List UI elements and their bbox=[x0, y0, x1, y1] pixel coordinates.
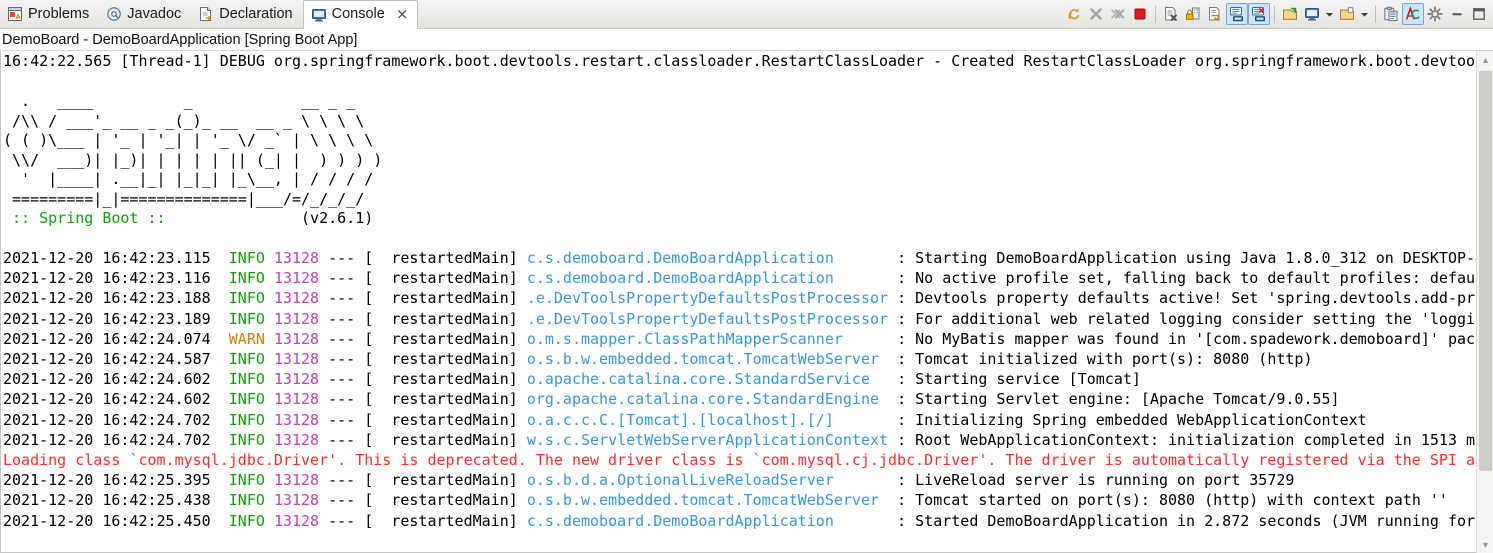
open-console-icon[interactable] bbox=[1336, 3, 1358, 25]
banner-line: ( ( )\___ | '_ | '_| | '_ \/ _` | \ \ \ … bbox=[3, 131, 374, 150]
pin-console-icon[interactable] bbox=[1279, 3, 1301, 25]
log-line: 2021-12-20 16:42:24.702 INFO 13128 --- [… bbox=[3, 430, 1476, 449]
problems-icon bbox=[7, 6, 23, 22]
banner-line: /\\ / ___'_ __ _ _(_)_ __ __ _ \ \ \ \ bbox=[3, 111, 365, 130]
log-line-error: Loading class `com.mysql.jdbc.Driver'. T… bbox=[3, 450, 1476, 469]
vertical-scrollbar[interactable]: ▲ ▼ bbox=[1476, 51, 1493, 553]
scroll-up-arrow[interactable]: ▲ bbox=[1477, 51, 1493, 68]
tab-javadoc[interactable]: Javadoc bbox=[99, 0, 191, 28]
tab-label: Console bbox=[331, 6, 385, 23]
toolbar-separator bbox=[1274, 5, 1275, 23]
banner-line: \\/ ___)| |_)| | | | | || (_| | ) ) ) ) bbox=[3, 150, 383, 169]
scrollbar-thumb[interactable] bbox=[1479, 71, 1492, 471]
show-console-on-output-icon[interactable] bbox=[1226, 3, 1248, 25]
maximize-icon[interactable] bbox=[1468, 3, 1490, 25]
log-line: 2021-12-20 16:42:25.395 INFO 13128 --- [… bbox=[3, 471, 1295, 490]
console-text: 16:42:22.565 [Thread-1] DEBUG org.spring… bbox=[1, 51, 1476, 531]
log-line: 2021-12-20 16:42:23.188 INFO 13128 --- [… bbox=[3, 289, 1476, 308]
log-line: 2021-12-20 16:42:24.602 INFO 13128 --- [… bbox=[3, 390, 1340, 409]
clear-console-icon[interactable] bbox=[1160, 3, 1182, 25]
stop-icon[interactable] bbox=[1129, 3, 1151, 25]
declaration-icon bbox=[198, 6, 214, 22]
rerun-icon[interactable] bbox=[1063, 3, 1085, 25]
launch-configuration-text: DemoBoard - DemoBoardApplication [Spring… bbox=[2, 31, 358, 48]
terminate-all-icon[interactable] bbox=[1107, 3, 1129, 25]
log-line: 2021-12-20 16:42:25.450 INFO 13128 --- [… bbox=[3, 511, 1476, 530]
view-tab-bar: Problems Javadoc Declaration Console × bbox=[0, 0, 1493, 29]
chevron-down-icon[interactable] bbox=[1358, 3, 1371, 25]
tab-label: Problems bbox=[28, 5, 90, 22]
log-line: 2021-12-20 16:42:25.438 INFO 13128 --- [… bbox=[3, 491, 1448, 510]
close-icon[interactable]: × bbox=[396, 7, 409, 22]
chevron-down-icon[interactable] bbox=[1323, 3, 1336, 25]
banner-line: . ____ _ __ _ _ bbox=[3, 92, 356, 111]
show-console-on-error-icon[interactable] bbox=[1248, 3, 1270, 25]
javadoc-icon bbox=[106, 6, 122, 22]
toolbar-separator bbox=[1155, 5, 1156, 23]
tab-problems[interactable]: Problems bbox=[0, 0, 99, 28]
toolbar-separator bbox=[1375, 5, 1376, 23]
banner-line: ' |____| .__|_| |_|_| |_\__, | / / / / bbox=[3, 170, 374, 189]
tab-label: Declaration bbox=[219, 5, 293, 22]
log-line: 2021-12-20 16:42:24.587 INFO 13128 --- [… bbox=[3, 350, 1313, 368]
log-line-debug: 16:42:22.565 [Thread-1] DEBUG org.spring… bbox=[3, 52, 1476, 70]
console-area: 16:42:22.565 [Thread-1] DEBUG org.spring… bbox=[0, 51, 1493, 553]
paste-icon[interactable] bbox=[1380, 3, 1402, 25]
log-line: 2021-12-20 16:42:23.115 INFO 13128 --- [… bbox=[3, 249, 1476, 268]
tab-console[interactable]: Console × bbox=[302, 0, 419, 29]
minimize-icon[interactable] bbox=[1446, 3, 1468, 25]
scroll-down-arrow[interactable]: ▼ bbox=[1477, 536, 1493, 553]
log-line: 2021-12-20 16:42:24.602 INFO 13128 --- [… bbox=[3, 370, 1141, 389]
tab-declaration[interactable]: Declaration bbox=[191, 0, 302, 28]
log-line: 2021-12-20 16:42:23.116 INFO 13128 --- [… bbox=[3, 269, 1476, 288]
console-toolbar bbox=[1063, 0, 1493, 28]
launch-configuration-label: DemoBoard - DemoBoardApplication [Spring… bbox=[0, 29, 1493, 51]
log-line: 2021-12-20 16:42:24.702 INFO 13128 --- [… bbox=[3, 410, 1367, 429]
console-output[interactable]: 16:42:22.565 [Thread-1] DEBUG org.spring… bbox=[0, 51, 1476, 553]
tab-label: Javadoc bbox=[127, 5, 182, 22]
terminate-icon[interactable] bbox=[1085, 3, 1107, 25]
console-icon bbox=[311, 7, 327, 23]
view-menu-icon[interactable] bbox=[1424, 3, 1446, 25]
scroll-lock-icon[interactable] bbox=[1182, 3, 1204, 25]
banner-line: =========|_|==============|___/=/_/_/_/ bbox=[3, 189, 365, 208]
log-line: 2021-12-20 16:42:23.189 INFO 13128 --- [… bbox=[3, 309, 1476, 328]
banner-footer: :: Spring Boot :: (v2.6.1) bbox=[3, 209, 374, 228]
ansi-console-icon[interactable] bbox=[1402, 3, 1424, 25]
tab-list: Problems Javadoc Declaration Console × bbox=[0, 0, 419, 29]
log-line: 2021-12-20 16:42:24.074 WARN 13128 --- [… bbox=[3, 329, 1476, 348]
display-selected-console-icon[interactable] bbox=[1301, 3, 1323, 25]
word-wrap-icon[interactable] bbox=[1204, 3, 1226, 25]
